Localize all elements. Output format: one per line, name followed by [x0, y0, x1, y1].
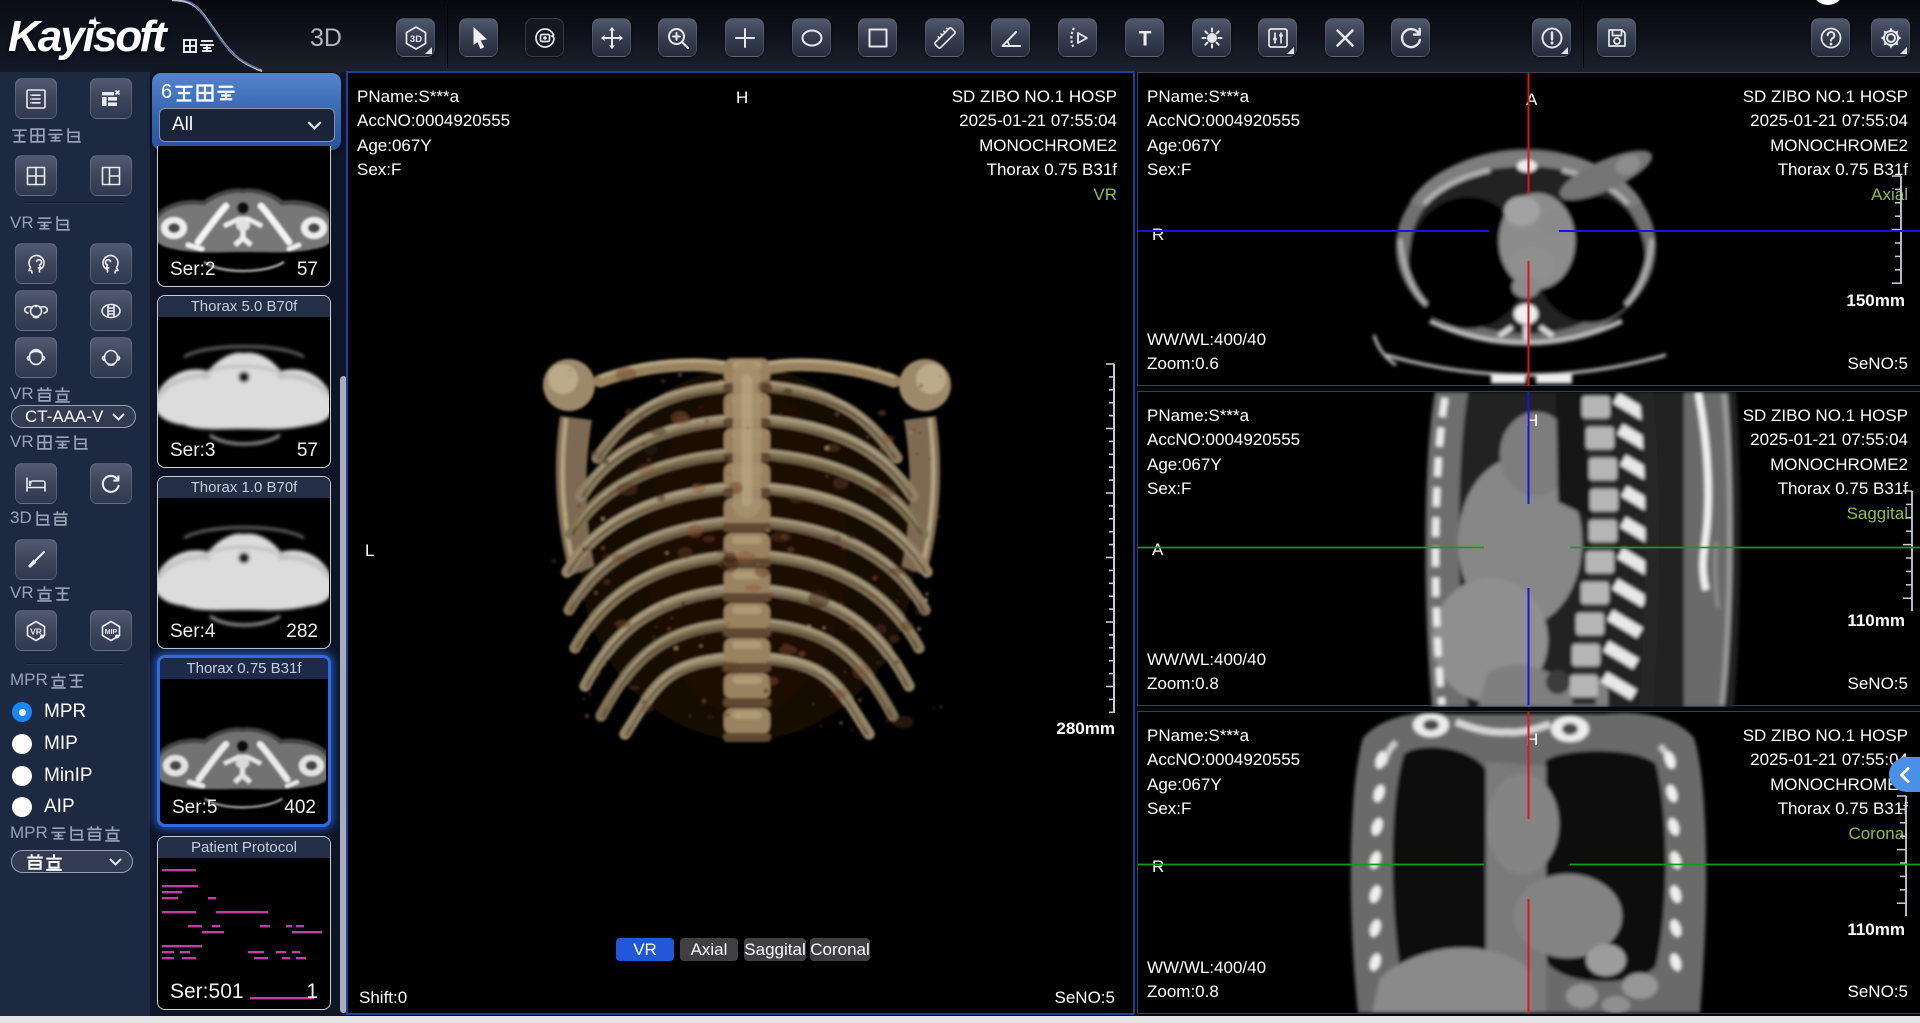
svg-text:T: T — [1138, 27, 1151, 50]
svg-text:3D: 3D — [409, 34, 421, 45]
svg-text:VR: VR — [30, 626, 42, 636]
svg-text:MIP: MIP — [105, 629, 118, 636]
